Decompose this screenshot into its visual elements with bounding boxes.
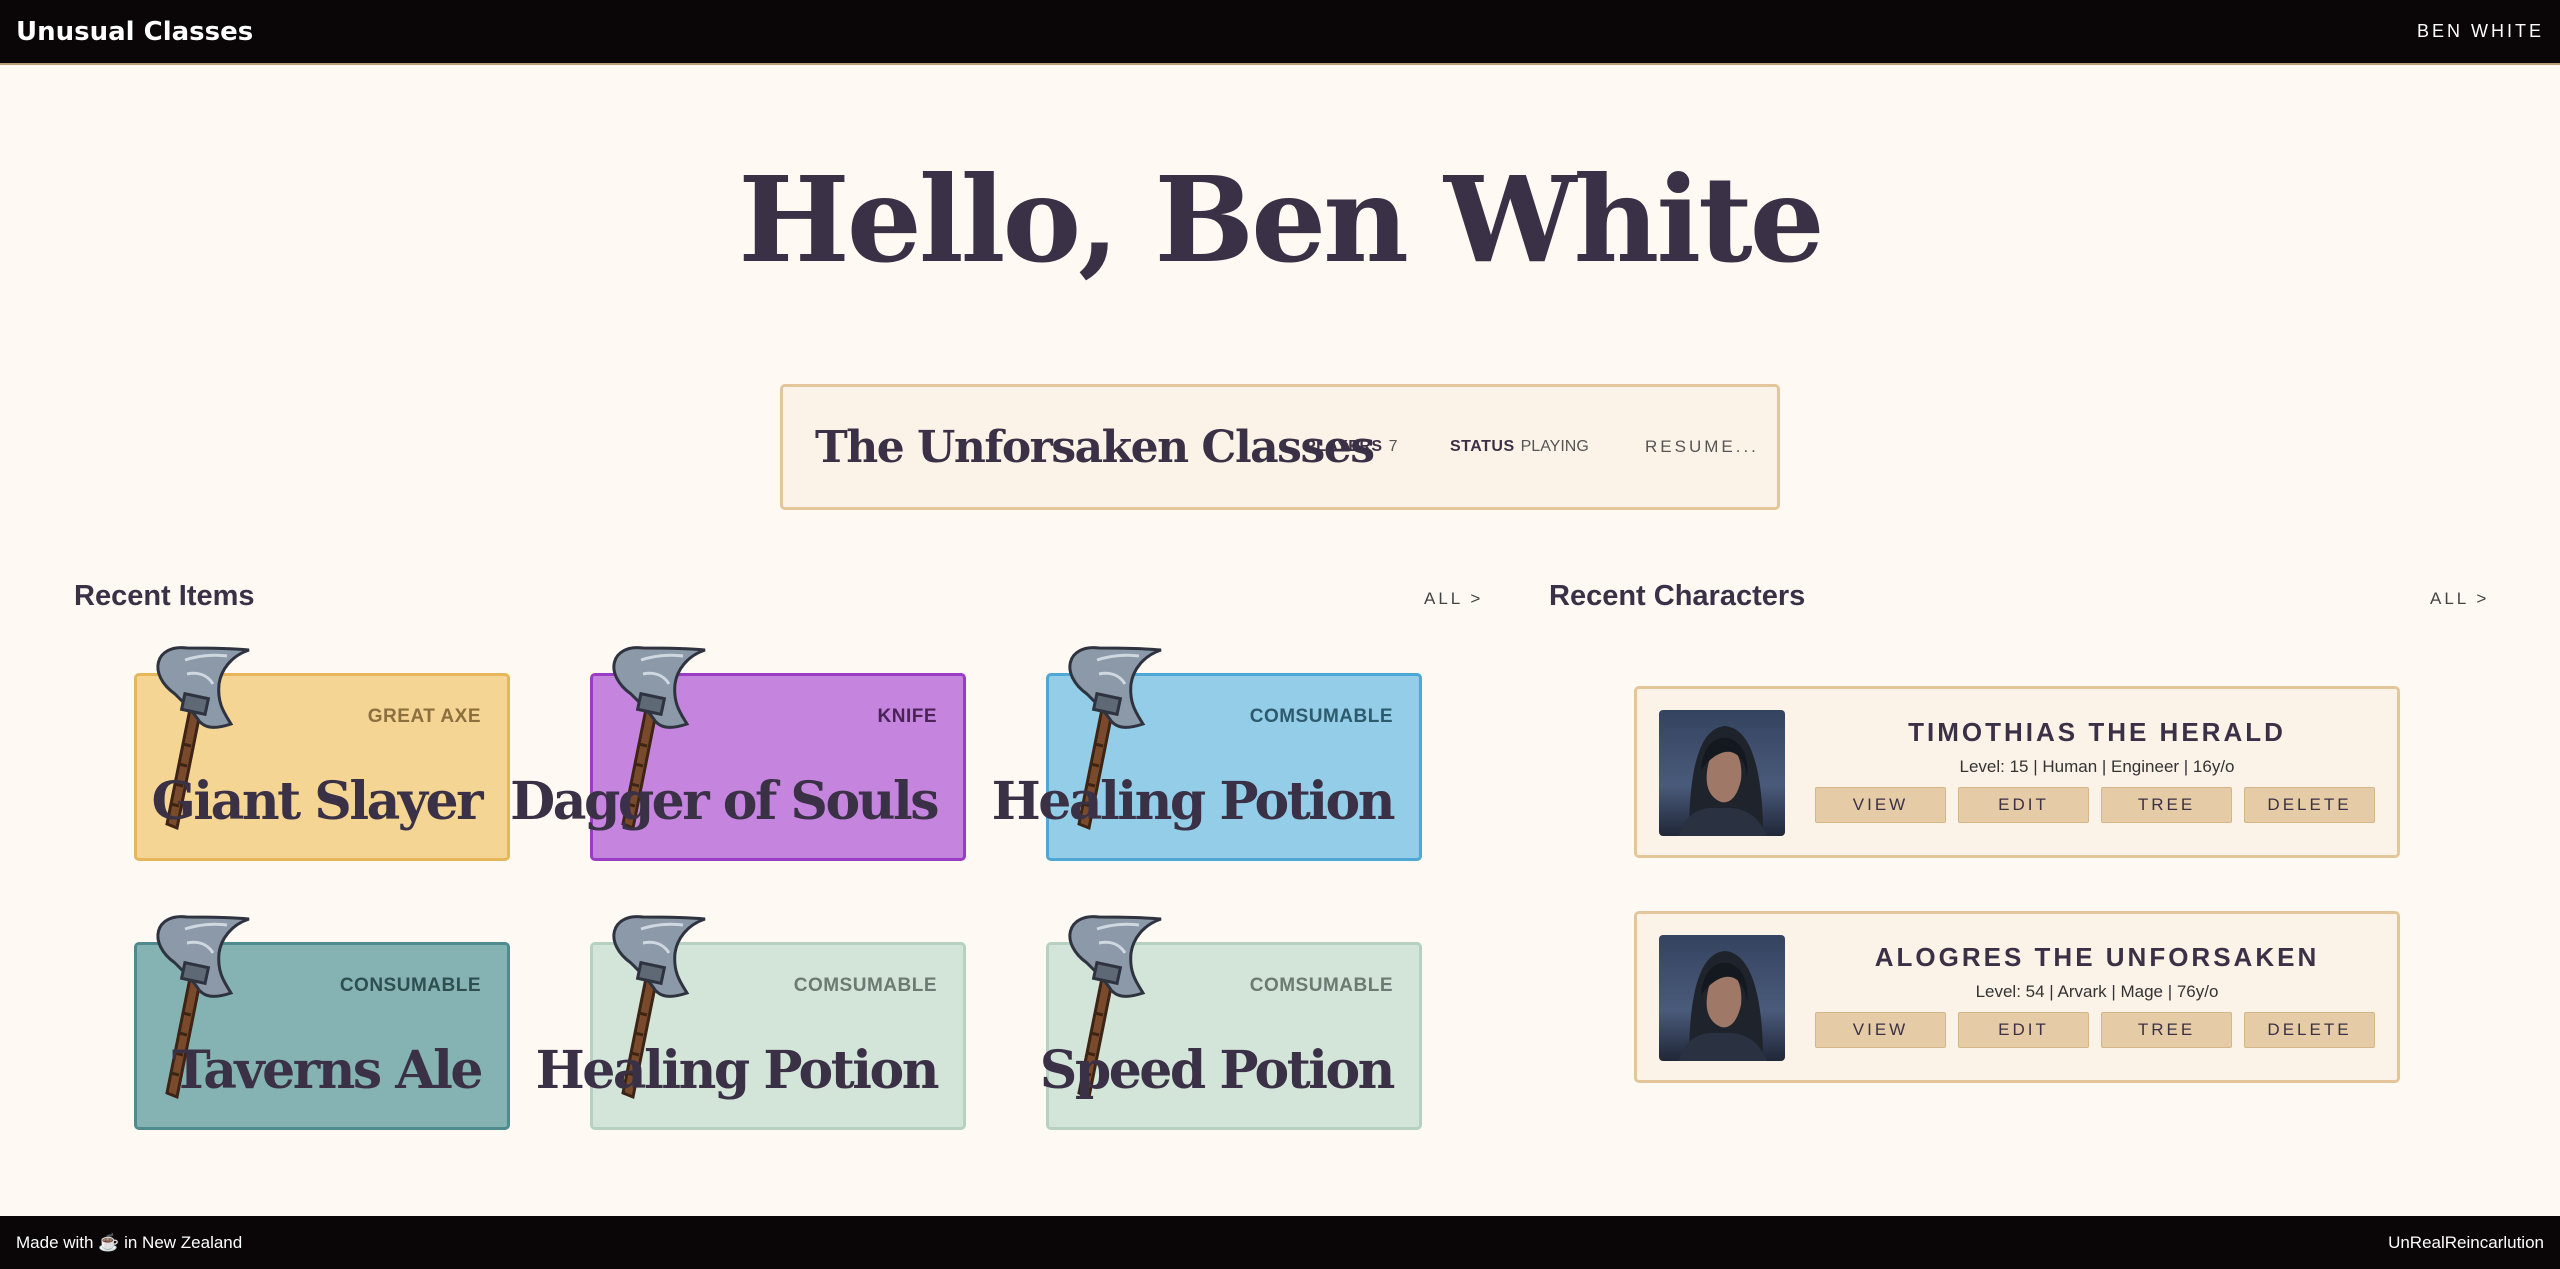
item-name: Giant Slayer bbox=[151, 771, 484, 832]
campaign-title: The Unforsaken Classes bbox=[815, 421, 1375, 473]
active-campaign-card[interactable]: The Unforsaken Classes PLAYERS 7 STATUS … bbox=[780, 384, 1780, 510]
item-card[interactable]: COMSUMABLE Speed Potion bbox=[1040, 915, 1422, 1130]
item-type: COMSUMABLE bbox=[1249, 706, 1393, 727]
players-label: PLAYERS bbox=[1305, 438, 1383, 455]
view-button[interactable]: VIEW bbox=[1815, 787, 1946, 823]
recent-characters-title: Recent Characters bbox=[1549, 580, 1806, 612]
character-portrait bbox=[1659, 935, 1785, 1061]
footer: Made with ☕ in New Zealand UnRealReincar… bbox=[0, 1216, 2560, 1269]
item-card[interactable]: GREAT AXE Giant Slayer bbox=[134, 646, 510, 861]
user-menu[interactable]: BEN WHITE bbox=[2417, 21, 2544, 42]
character-card: TIMOTHIAS THE HERALD Level: 15 | Human |… bbox=[1634, 686, 2400, 858]
recent-items-all-link[interactable]: ALL > bbox=[1424, 589, 1483, 609]
edit-button[interactable]: EDIT bbox=[1958, 1012, 2089, 1048]
character-stats: Level: 54 | Arvark | Mage | 76y/o bbox=[1975, 982, 2219, 1001]
footer-brand[interactable]: UnRealReincarlution bbox=[2388, 1233, 2544, 1253]
greeting-heading: Hello, Ben White bbox=[738, 150, 1825, 289]
recent-characters-all-link[interactable]: ALL > bbox=[2430, 589, 2489, 609]
character-name: ALOGRES THE UNFORSAKEN bbox=[1874, 942, 2320, 972]
item-type: COMSUMABLE bbox=[1249, 975, 1393, 996]
status-value: PLAYING bbox=[1520, 438, 1589, 455]
players-meta: PLAYERS 7 bbox=[1305, 438, 1450, 456]
status-label: STATUS bbox=[1450, 438, 1515, 455]
recent-items-title: Recent Items bbox=[74, 580, 255, 612]
item-type: KNIFE bbox=[877, 706, 937, 727]
delete-button[interactable]: DELETE bbox=[2244, 787, 2375, 823]
item-card[interactable]: COMSUMABLE Healing Potion bbox=[992, 646, 1422, 861]
item-name: Dagger of Souls bbox=[510, 771, 939, 832]
item-type: GREAT AXE bbox=[367, 706, 481, 727]
item-card[interactable]: COMSUMABLE Healing Potion bbox=[536, 915, 966, 1130]
item-type: COMSUMABLE bbox=[793, 975, 937, 996]
item-name: Healing Potion bbox=[991, 771, 1396, 832]
players-count: 7 bbox=[1388, 438, 1398, 455]
item-type: CONSUMABLE bbox=[339, 975, 481, 996]
character-portrait bbox=[1659, 710, 1785, 836]
made-with-text: Made with ☕ in New Zealand bbox=[16, 1232, 243, 1252]
character-name: TIMOTHIAS THE HERALD bbox=[1908, 717, 2286, 747]
tree-button[interactable]: TREE bbox=[2101, 1012, 2232, 1048]
delete-button[interactable]: DELETE bbox=[2244, 1012, 2375, 1048]
edit-button[interactable]: EDIT bbox=[1958, 787, 2089, 823]
item-name: Speed Potion bbox=[1039, 1040, 1396, 1101]
character-actions: VIEW EDIT TREE DELETE bbox=[1815, 787, 2375, 823]
character-stats: Level: 15 | Human | Engineer | 16y/o bbox=[1959, 757, 2235, 776]
status-meta: STATUS PLAYING bbox=[1450, 438, 1645, 456]
character-card: ALOGRES THE UNFORSAKEN Level: 54 | Arvar… bbox=[1634, 911, 2400, 1083]
item-name: Healing Potion bbox=[535, 1040, 940, 1101]
character-actions: VIEW EDIT TREE DELETE bbox=[1815, 1012, 2375, 1048]
item-card[interactable]: KNIFE Dagger of Souls bbox=[510, 646, 966, 861]
view-button[interactable]: VIEW bbox=[1815, 1012, 1946, 1048]
tree-button[interactable]: TREE bbox=[2101, 787, 2232, 823]
resume-button[interactable]: RESUME... bbox=[1645, 437, 1759, 457]
item-card[interactable]: CONSUMABLE Taverns Ale bbox=[134, 915, 510, 1130]
top-navbar: Unusual Classes BEN WHITE bbox=[0, 0, 2560, 65]
item-name: Taverns Ale bbox=[172, 1040, 483, 1101]
app-title[interactable]: Unusual Classes bbox=[16, 17, 253, 47]
